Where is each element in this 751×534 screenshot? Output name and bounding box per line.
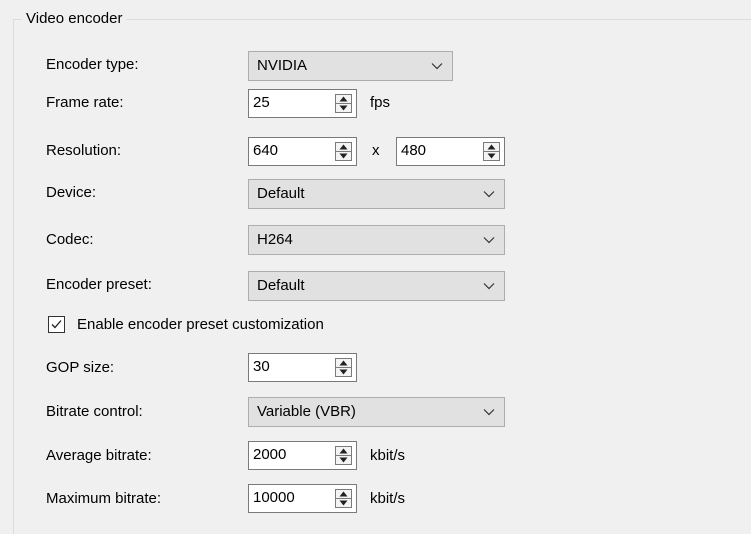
- device-dropdown[interactable]: Default: [248, 179, 505, 209]
- resolution-height-spin-buttons[interactable]: [483, 142, 500, 161]
- chevron-down-icon: [483, 237, 495, 244]
- group-title: Video encoder: [22, 9, 127, 29]
- encoder-type-value: NVIDIA: [257, 57, 308, 74]
- resolution-height-value: 480: [401, 142, 427, 159]
- frame-rate-label: Frame rate:: [46, 94, 124, 111]
- spin-down-arrow-icon[interactable]: [487, 153, 496, 159]
- codec-label: Codec:: [46, 231, 94, 248]
- gop-size-spin-buttons[interactable]: [335, 358, 352, 377]
- resolution-width-spin-buttons[interactable]: [335, 142, 352, 161]
- preset-customization-checkbox[interactable]: [48, 316, 65, 333]
- maximum-bitrate-label: Maximum bitrate:: [46, 490, 162, 507]
- video-encoder-settings-panel: Video encoder Encoder type: NVIDIA Frame…: [0, 0, 751, 534]
- encoder-preset-dropdown[interactable]: Default: [248, 271, 505, 301]
- gop-size-value: 30: [253, 358, 270, 375]
- resolution-width-spinbox[interactable]: 640: [248, 137, 357, 166]
- spin-up-arrow-icon[interactable]: [339, 360, 348, 366]
- chevron-down-icon: [431, 63, 443, 70]
- bitrate-control-dropdown[interactable]: Variable (VBR): [248, 397, 505, 427]
- spin-up-arrow-icon[interactable]: [339, 144, 348, 150]
- spin-up-arrow-icon[interactable]: [339, 448, 348, 454]
- average-bitrate-value: 2000: [253, 446, 287, 463]
- spin-up-arrow-icon[interactable]: [339, 96, 348, 102]
- encoder-type-dropdown[interactable]: NVIDIA: [248, 51, 453, 81]
- checkmark-icon: [51, 320, 62, 329]
- resolution-separator: x: [372, 142, 380, 159]
- gop-size-label: GOP size:: [46, 359, 115, 376]
- spin-down-arrow-icon[interactable]: [339, 457, 348, 463]
- device-value: Default: [257, 185, 305, 202]
- chevron-down-icon: [483, 191, 495, 198]
- maximum-bitrate-spinbox[interactable]: 10000: [248, 484, 357, 513]
- spin-up-arrow-icon[interactable]: [339, 491, 348, 497]
- device-label: Device:: [46, 184, 97, 201]
- spin-down-arrow-icon[interactable]: [339, 500, 348, 506]
- gop-size-spinbox[interactable]: 30: [248, 353, 357, 382]
- maximum-bitrate-spin-buttons[interactable]: [335, 489, 352, 508]
- resolution-width-value: 640: [253, 142, 279, 159]
- spin-down-arrow-icon[interactable]: [339, 153, 348, 159]
- maximum-bitrate-value: 10000: [253, 489, 295, 506]
- average-bitrate-spin-buttons[interactable]: [335, 446, 352, 465]
- frame-rate-unit: fps: [370, 94, 391, 111]
- bitrate-control-label: Bitrate control:: [46, 403, 143, 420]
- preset-customization-label[interactable]: Enable encoder preset customization: [77, 315, 324, 335]
- encoder-preset-label: Encoder preset:: [46, 276, 152, 293]
- chevron-down-icon: [483, 283, 495, 290]
- maximum-bitrate-unit: kbit/s: [370, 490, 406, 507]
- chevron-down-icon: [483, 409, 495, 416]
- bitrate-control-value: Variable (VBR): [257, 403, 356, 420]
- resolution-label: Resolution:: [46, 142, 122, 159]
- spin-up-arrow-icon[interactable]: [487, 144, 496, 150]
- average-bitrate-label: Average bitrate:: [46, 447, 152, 464]
- frame-rate-value: 25: [253, 94, 270, 111]
- average-bitrate-spinbox[interactable]: 2000: [248, 441, 357, 470]
- frame-rate-spinbox[interactable]: 25: [248, 89, 357, 118]
- average-bitrate-unit: kbit/s: [370, 447, 406, 464]
- resolution-height-spinbox[interactable]: 480: [396, 137, 505, 166]
- frame-rate-spin-buttons[interactable]: [335, 94, 352, 113]
- codec-dropdown[interactable]: H264: [248, 225, 505, 255]
- codec-value: H264: [257, 231, 293, 248]
- spin-down-arrow-icon[interactable]: [339, 105, 348, 111]
- spin-down-arrow-icon[interactable]: [339, 369, 348, 375]
- encoder-type-label: Encoder type:: [46, 56, 139, 73]
- encoder-preset-value: Default: [257, 277, 305, 294]
